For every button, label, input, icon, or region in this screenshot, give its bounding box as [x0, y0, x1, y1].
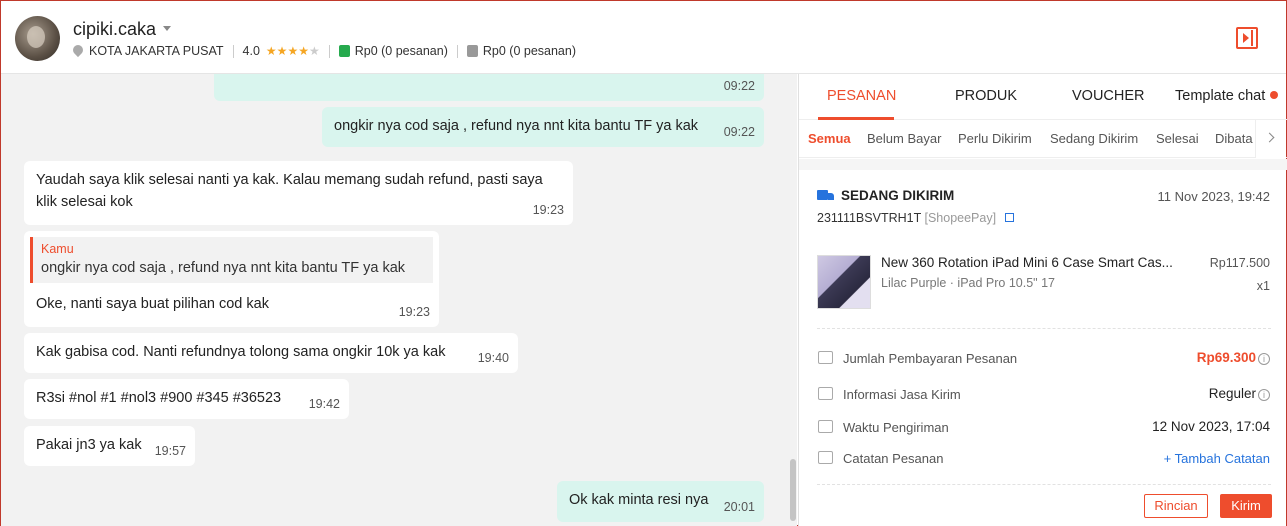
- side-tabs: PESANAN PRODUK VOUCHER Template chat: [799, 74, 1287, 120]
- divider: [456, 44, 458, 58]
- quoted-message[interactable]: Kamu ongkir nya cod saja , refund nya nn…: [30, 237, 433, 283]
- product-price: Rp117.500: [1209, 256, 1270, 270]
- divider: [817, 328, 1271, 329]
- product-image[interactable]: [817, 255, 871, 309]
- username[interactable]: cipiki.caka: [73, 19, 156, 40]
- payment-method: [ShopeePay]: [924, 211, 997, 225]
- message-incoming: Yaudah saya klik selesai nanti ya kak. K…: [24, 161, 573, 225]
- rating-stars: ★★★★★: [266, 44, 320, 58]
- section-gap: [799, 159, 1287, 170]
- order-status: SEDANG DIKIRIM: [841, 188, 955, 203]
- order-filter-tabs: Semua Belum Bayar Perlu Dikirim Sedang D…: [799, 120, 1287, 158]
- courier-label: Informasi Jasa Kirim: [843, 387, 961, 402]
- unpaid-amount: Rp0: [482, 44, 506, 58]
- star-icon-empty: ★: [308, 44, 320, 58]
- subtab-selesai[interactable]: Selesai: [1156, 131, 1199, 146]
- message-text: Yaudah saya klik selesai nanti ya kak. K…: [36, 172, 543, 210]
- order-id[interactable]: 231111BSVTRH1T [ShopeePay]: [817, 211, 1014, 225]
- order-date: 11 Nov 2023, 19:42: [1157, 189, 1270, 204]
- unpaid-orders-icon: [466, 45, 478, 57]
- tab-pesanan[interactable]: PESANAN: [827, 88, 896, 104]
- paid-orders-icon: [338, 45, 350, 57]
- info-icon[interactable]: i: [1258, 389, 1270, 401]
- message-text: Pakai jn3 ya kak: [36, 437, 142, 453]
- order-number: 231111BSVTRH1T: [817, 211, 921, 225]
- message-incoming: Kak gabisa cod. Nanti refundnya tolong s…: [24, 333, 518, 373]
- paid-amount: Rp0: [354, 44, 378, 58]
- subtab-perlu-dikirim[interactable]: Perlu Dikirim: [958, 131, 1032, 146]
- tab-label: Template chat: [1175, 88, 1266, 104]
- message-text: R3si #nol #1 #nol3 #900 #345 #36523: [36, 390, 282, 406]
- buyer-location: KOTA JAKARTA PUSAT: [89, 44, 224, 58]
- message-outgoing: ongkir nya cod saja , refund nya nnt kit…: [322, 107, 764, 147]
- ship-time-label: Waktu Pengiriman: [843, 420, 949, 435]
- courier-value: Reguler: [1208, 386, 1256, 401]
- message-time: 09:22: [723, 79, 755, 93]
- message-time: 19:57: [154, 444, 186, 458]
- location-pin-icon: [73, 45, 83, 57]
- product-name[interactable]: New 360 Rotation iPad Mini 6 Case Smart …: [881, 255, 1191, 270]
- star-icon-filled: ★★★★: [265, 44, 309, 58]
- payment-icon: [818, 351, 833, 364]
- note-icon: [818, 451, 833, 464]
- message-incoming: Pakai jn3 ya kak 19:57: [24, 426, 195, 466]
- buyer-rating: 4.0: [242, 44, 260, 58]
- subtab-belum-bayar[interactable]: Belum Bayar: [867, 131, 941, 146]
- message-text: ongkir nya cod saja , refund nya nnt kit…: [334, 118, 699, 134]
- message-incoming: R3si #nol #1 #nol3 #900 #345 #36523 19:4…: [24, 379, 349, 419]
- product-quantity: x1: [1256, 279, 1270, 293]
- message-time: 19:40: [477, 351, 509, 365]
- message-text: Kak gabisa cod. Nanti refundnya tolong s…: [36, 344, 446, 360]
- divider: [817, 484, 1271, 485]
- info-icon[interactable]: i: [1258, 353, 1270, 365]
- tab-produk[interactable]: PRODUK: [955, 88, 1017, 104]
- message-outgoing-partial: 09:22: [214, 74, 764, 101]
- tab-voucher[interactable]: VOUCHER: [1072, 88, 1145, 104]
- divider: [328, 44, 330, 58]
- divider: [232, 44, 234, 58]
- payment-value: Rp69.300: [1196, 350, 1256, 365]
- subtab-semua[interactable]: Semua: [808, 131, 851, 146]
- message-outgoing: Ok kak minta resi nya 20:01: [557, 481, 764, 522]
- message-time: 19:42: [308, 397, 340, 411]
- chat-messages[interactable]: 09:22 ongkir nya cod saja , refund nya n…: [1, 74, 797, 526]
- product-variation: Lilac Purple · iPad Pro 10.5" 17: [881, 276, 1055, 290]
- shipping-time-icon: [818, 420, 833, 433]
- unpaid-orders-count: (0 pesanan): [509, 44, 576, 58]
- subtab-dibatalkan[interactable]: Dibata: [1215, 131, 1253, 146]
- send-order-button[interactable]: Kirim: [1220, 494, 1272, 518]
- chat-header: cipiki.caka KOTA JAKARTA PUSAT 4.0 ★★★★★…: [1, 1, 1286, 74]
- message-incoming-reply: Kamu ongkir nya cod saja , refund nya nn…: [24, 231, 439, 327]
- payment-label: Jumlah Pembayaran Pesanan: [843, 351, 1018, 366]
- avatar[interactable]: [15, 16, 60, 61]
- message-text: Ok kak minta resi nya: [569, 492, 709, 508]
- chevron-down-icon[interactable]: [163, 26, 171, 31]
- quote-author: Kamu: [41, 242, 74, 256]
- order-side-panel: PESANAN PRODUK VOUCHER Template chat Sem…: [798, 74, 1287, 526]
- subtab-sedang-dikirim[interactable]: Sedang Dikirim: [1050, 131, 1138, 146]
- ship-time-value: 12 Nov 2023, 17:04: [1152, 419, 1270, 434]
- details-button[interactable]: Rincian: [1144, 494, 1208, 518]
- truck-icon: [817, 190, 835, 203]
- message-time: 09:22: [723, 125, 755, 139]
- chevron-right-icon[interactable]: [1255, 120, 1286, 158]
- note-label: Catatan Pesanan: [843, 451, 944, 466]
- chat-scrollbar[interactable]: [790, 459, 796, 521]
- delivery-truck-icon: [818, 387, 833, 400]
- message-time: 19:23: [532, 203, 564, 217]
- message-time: 19:23: [398, 305, 430, 319]
- tab-template-chat[interactable]: Template chat: [1175, 88, 1279, 104]
- quote-text: ongkir nya cod saja , refund nya nnt kit…: [41, 260, 406, 276]
- notification-dot-icon: [1270, 91, 1279, 99]
- add-note-link[interactable]: + Tambah Catatan: [1164, 451, 1270, 466]
- exit-panel-icon[interactable]: [1236, 27, 1258, 49]
- external-link-icon[interactable]: [1004, 213, 1014, 222]
- message-time: 20:01: [723, 500, 755, 514]
- message-text: Oke, nanti saya buat pilihan cod kak: [36, 296, 269, 312]
- buyer-meta: KOTA JAKARTA PUSAT 4.0 ★★★★★ Rp0 (0 pesa…: [73, 44, 576, 58]
- paid-orders-count: (0 pesanan): [381, 44, 448, 58]
